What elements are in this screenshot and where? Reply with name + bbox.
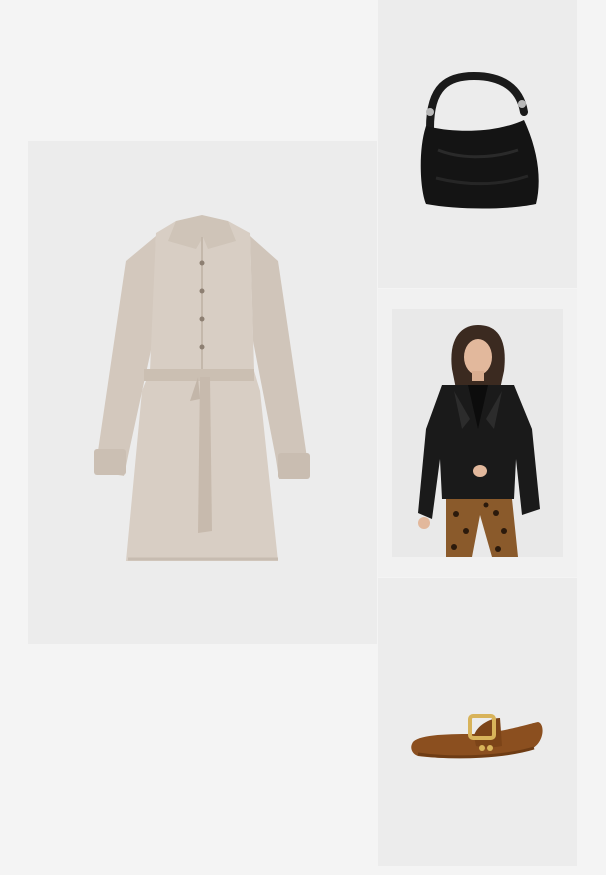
dress-product-card[interactable]	[28, 141, 377, 644]
shoe-product-card[interactable]	[378, 578, 577, 866]
jacket-product-frame	[378, 289, 577, 577]
shirt-dress-image	[94, 215, 310, 561]
bag-product-card[interactable]	[378, 0, 577, 288]
leather-jacket-model-image	[418, 325, 540, 557]
handbag-image	[420, 71, 539, 209]
jacket-product-card[interactable]	[392, 309, 563, 557]
outfit-collage: { "collage": { "items": [ {"id": "dress"…	[0, 0, 606, 875]
ballet-flat-image	[411, 714, 543, 759]
